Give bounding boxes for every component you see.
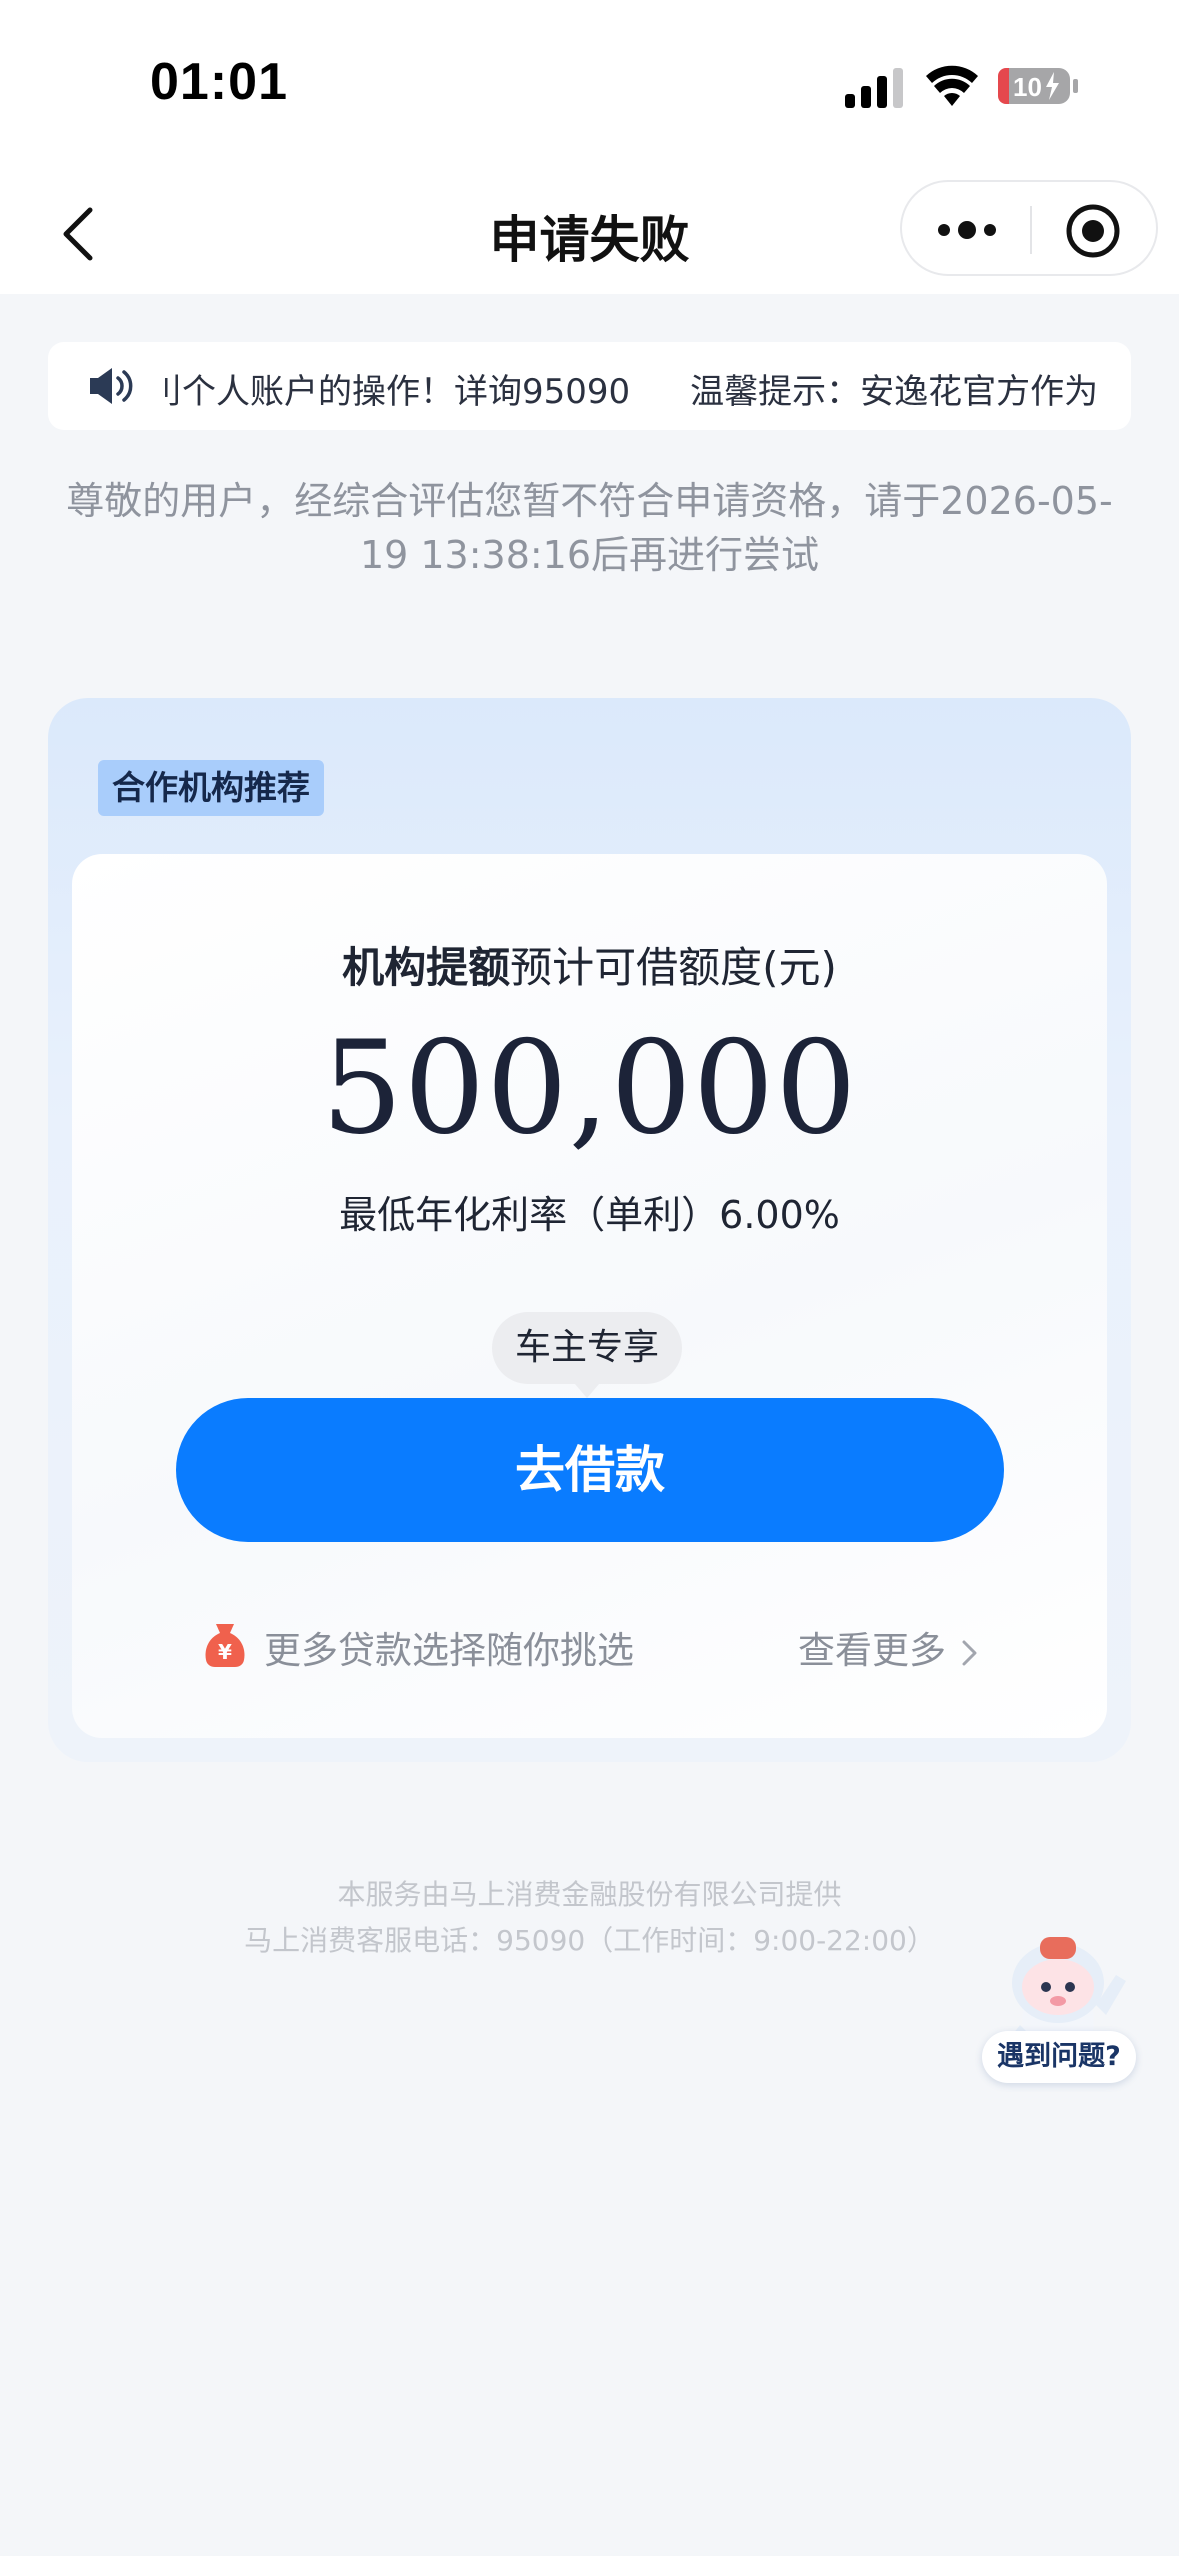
chevron-right-icon <box>962 1640 977 1665</box>
car-owner-badge: 车主专享 <box>492 1312 682 1398</box>
recommend-card: 合作机构推荐 机构提额预计可借额度(元) 500,000 最低年化利率（单利）6… <box>48 698 1131 1762</box>
fail-message: 尊敬的用户，经综合评估您暂不符合申请资格，请于2026-05-19 13:38:… <box>66 479 1113 577</box>
nav-bar: 申请失败 <box>0 170 1179 294</box>
close-target-icon[interactable] <box>1062 200 1124 262</box>
notice-text: 刂个人账户的操作！详询95090 温馨提示：安逸花官方作为 <box>148 364 1107 413</box>
battery-level-text: 10 <box>1013 72 1042 102</box>
more-loans-text: 更多贷款选择随你挑选 <box>264 1629 634 1672</box>
mini-program-capsule <box>900 180 1158 276</box>
amount-label-rest: 预计可借额度(元) <box>510 943 837 992</box>
speaker-icon <box>90 368 133 404</box>
wifi-icon <box>926 65 978 106</box>
money-bag-icon: ¥ <box>205 1624 245 1667</box>
capsule-divider <box>1030 206 1032 254</box>
notice-bar[interactable]: 刂个人账户的操作！详询95090 温馨提示：安逸花官方作为 <box>48 342 1131 430</box>
svg-text:¥: ¥ <box>218 1640 232 1664</box>
status-time: 01:01 <box>150 53 288 111</box>
more-dots-icon[interactable] <box>932 202 1002 258</box>
cellular-signal-icon <box>845 68 903 108</box>
notice-text-part2: 温馨提示：安逸花官方作为 <box>690 372 1099 412</box>
loan-amount: 500,000 <box>321 1014 858 1163</box>
see-more-link[interactable]: 查看更多 <box>798 1620 982 1674</box>
battery-icon: 10 <box>998 68 1078 104</box>
footer-line1: 本服务由马上消费金融股份有限公司提供 <box>337 1878 842 1911</box>
recommend-tag: 合作机构推荐 <box>98 760 324 816</box>
see-more-label: 查看更多 <box>798 1629 946 1672</box>
recommend-inner-card: 机构提额预计可借额度(元) 500,000 最低年化利率（单利）6.00% 车主… <box>72 854 1107 1738</box>
amount-label-bold: 机构提额 <box>342 943 511 992</box>
amount-label: 机构提额预计可借额度(元) <box>72 934 1107 995</box>
notice-scroll-track: 刂个人账户的操作！详询95090 温馨提示：安逸花官方作为 <box>148 342 1107 430</box>
more-loans-row[interactable]: ¥ 更多贷款选择随你挑选 查看更多 <box>202 1614 982 1674</box>
interest-rate: 最低年化利率（单利）6.00% <box>339 1193 840 1237</box>
go-borrow-button[interactable]: 去借款 <box>176 1398 1004 1542</box>
notice-text-part1: 刂个人账户的操作！详询95090 <box>148 372 631 412</box>
status-bar: 01:01 10 <box>0 0 1179 170</box>
help-label[interactable]: 遇到问题? <box>982 2031 1136 2083</box>
